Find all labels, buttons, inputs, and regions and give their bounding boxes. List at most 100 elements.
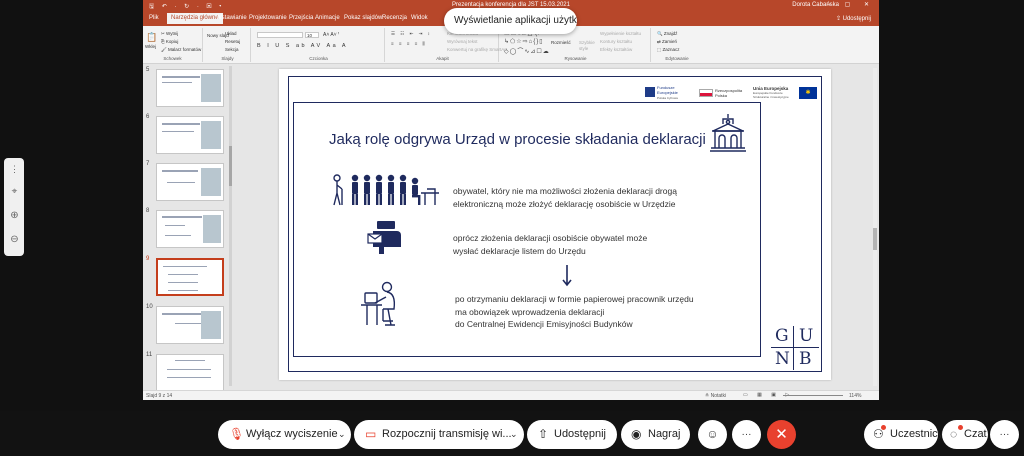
chevron-down-icon[interactable]: ⌄ xyxy=(510,420,518,449)
start-video-button[interactable]: ▭ Rozpocznij transmisję wi... ⌄ xyxy=(354,420,524,449)
notes-label: Notatki xyxy=(710,393,727,399)
shape-outline-button[interactable]: Kontury kształtu xyxy=(600,39,632,44)
zoom-slider[interactable] xyxy=(783,395,843,396)
tab-transitions[interactable]: Przejścia xyxy=(289,15,313,21)
slide-thumbnails-pane: 5 6 7 8 9 10 11 xyxy=(143,64,233,392)
eu-funds-logo-icon xyxy=(645,87,655,97)
tab-slideshow[interactable]: Pokaz slajdów xyxy=(344,15,382,21)
paste-icon[interactable]: 📋 xyxy=(146,32,157,43)
quick-styles-button[interactable]: Szybkie style xyxy=(579,40,599,52)
eu-funds-logo-subtext: Polska Cyfrowa xyxy=(657,96,678,100)
align-buttons[interactable]: ≡ ≡ ≡ ≡ ⫼ xyxy=(391,41,427,46)
zoom-level[interactable]: 114% xyxy=(849,393,861,399)
thumbnail-number: 9 xyxy=(146,256,150,262)
arrange-button[interactable]: Rozmieść xyxy=(551,40,571,45)
thumbnail-slide-9-selected[interactable]: 9 xyxy=(143,256,227,300)
meeting-controls-bar: 🎙 Wyłącz wyciszenie ⌄ ▭ Rozpocznij trans… xyxy=(0,411,1024,456)
end-call-button[interactable]: ✕ xyxy=(767,420,796,449)
more-options-button[interactable]: ··· xyxy=(732,420,761,449)
format-painter-button[interactable]: 🖌 Malarz formatów xyxy=(161,47,201,53)
group-label: Schowek xyxy=(163,56,182,61)
shape-effects-button[interactable]: Efekty kształtów xyxy=(600,47,632,52)
thumbnails-scrollbar[interactable] xyxy=(229,66,232,386)
zoom-out-icon[interactable]: ⊖ xyxy=(9,234,20,245)
layout-button[interactable]: Układ xyxy=(225,31,237,36)
video-off-icon: ▭ xyxy=(365,427,377,441)
group-editing: 🔍 Znajdź ⇄ Zamień ⬚ Zaznacz Edytowanie xyxy=(653,28,701,62)
thumbnail-slide-10[interactable]: 10 xyxy=(143,304,227,348)
share-screen-label: Udostępnij xyxy=(554,428,606,440)
sharing-notification: Wyświetlanie aplikacji użytko... xyxy=(444,8,577,34)
paragraph-line: ma obowiązek wprowadzenia deklaracji xyxy=(455,306,605,317)
record-button[interactable]: ◉ Nagraj xyxy=(621,420,690,449)
gunb-letter: G xyxy=(775,326,790,346)
thumbnail-number: 11 xyxy=(146,352,153,358)
tab-review[interactable]: Recenzja xyxy=(382,15,407,21)
thumbnail-image xyxy=(156,163,224,201)
powerpoint-window: 🖫 ↶ · ↻ · ▣ ▾ Prezentacja konferencja dl… xyxy=(143,0,879,400)
thumbnail-slide-5[interactable]: 5 xyxy=(143,67,227,111)
align-text-button[interactable]: Wyrównaj tekst xyxy=(447,39,477,44)
paragraph-official-processing[interactable]: po otrzymaniu deklaracji w formie papier… xyxy=(455,293,694,331)
tab-insert[interactable]: Wstawianie xyxy=(216,15,247,21)
slide[interactable]: Fundusze Europejskie Polska Cyfrowa Rzec… xyxy=(279,69,831,380)
paragraph-line: do Centralnej Ewidencji Emisyjności Budy… xyxy=(455,319,633,329)
reset-button[interactable]: Resetuj xyxy=(225,39,240,44)
font-size-field[interactable]: 10 xyxy=(305,32,319,38)
share-button[interactable]: ⇪ Udostępnij xyxy=(836,15,871,22)
paragraph-in-person[interactable]: obywatel, który nie ma możliwości złożen… xyxy=(453,185,677,210)
find-button[interactable]: 🔍 Znajdź xyxy=(657,31,677,37)
reactions-button[interactable]: ☺ xyxy=(698,420,727,449)
overflow-menu-button[interactable]: ··· xyxy=(990,420,1019,449)
poland-logo-text: Rzeczpospolita Polska xyxy=(715,88,743,98)
tab-file[interactable]: Plik xyxy=(149,15,159,21)
more-icon[interactable]: ⋮ xyxy=(9,164,20,175)
shape-fill-button[interactable]: Wypełnienie kształtu xyxy=(600,31,641,36)
tab-design[interactable]: Projektowanie xyxy=(249,15,287,21)
window-controls[interactable]: ─ ▢ ✕ xyxy=(827,1,875,8)
chevron-down-icon[interactable]: ⌄ xyxy=(338,420,346,449)
chat-button[interactable]: ◌ Czat xyxy=(942,420,988,449)
queue-of-people-icon xyxy=(333,174,439,206)
zoom-in-icon[interactable]: ⊕ xyxy=(9,210,20,221)
paste-button[interactable]: Wklej xyxy=(145,44,156,49)
share-screen-icon: ⇧ xyxy=(538,427,549,441)
shapes-gallery-row2[interactable]: ↳⬠☆⇨⌂{}▯ xyxy=(504,38,544,45)
annotation-toolbar: ⋮ ⌖ ⊕ ⊖ xyxy=(4,158,24,256)
eu-logos-bar: Fundusze Europejskie Polska Cyfrowa Rzec… xyxy=(645,84,820,106)
tab-animations[interactable]: Animacje xyxy=(315,15,340,21)
pointer-icon[interactable]: ⌖ xyxy=(9,186,20,197)
select-button[interactable]: ⬚ Zaznacz xyxy=(657,47,680,53)
copy-label: Kopiuj xyxy=(165,39,179,44)
section-button[interactable]: Sekcja xyxy=(225,47,239,52)
unmute-button[interactable]: 🎙 Wyłącz wyciszenie ⌄ xyxy=(218,420,351,449)
font-format-buttons[interactable]: B I U S ab AV Aa A xyxy=(257,43,348,49)
replace-button[interactable]: ⇄ Zamień xyxy=(657,39,677,45)
cut-button[interactable]: ✂ Wytnij xyxy=(161,31,178,37)
scrollbar-thumb[interactable] xyxy=(229,146,232,186)
start-video-label: Rozpocznij transmisję wi... xyxy=(382,428,512,440)
shapes-gallery-row3[interactable]: ◇◯⌒∿⊿☐☁ xyxy=(504,46,550,55)
paragraph-by-post[interactable]: oprócz złożenia deklaracji osobiście oby… xyxy=(453,232,647,257)
thumbnail-image xyxy=(156,306,224,344)
eu-funds-logo-text: Fundusze Europejskie xyxy=(657,85,678,95)
thumbnail-slide-7[interactable]: 7 xyxy=(143,161,227,205)
canvas-scrollbar[interactable] xyxy=(873,68,877,386)
notes-button[interactable]: ≙ Notatki xyxy=(705,393,726,399)
list-buttons[interactable]: ☰ ☷ ⇤ ⇥ ↕ xyxy=(391,31,432,37)
participants-button[interactable]: ⚇ Uczestnicy xyxy=(864,420,943,449)
scrollbar-thumb[interactable] xyxy=(873,228,877,250)
gunb-letter: U xyxy=(799,326,815,346)
copy-button[interactable]: ⎘ Kopiuj xyxy=(161,39,178,44)
thumbnail-slide-8[interactable]: 8 xyxy=(143,208,227,252)
group-label: Czcionka xyxy=(309,56,328,61)
tab-home[interactable]: Narzędzia główne xyxy=(167,13,223,24)
thumbnail-slide-6[interactable]: 6 xyxy=(143,114,227,158)
slide-title[interactable]: Jaką rolę odgrywa Urząd w procesie skład… xyxy=(329,131,706,148)
share-screen-button[interactable]: ⇧ Udostępnij xyxy=(527,420,617,449)
tab-view[interactable]: Widok xyxy=(411,15,428,21)
smartart-button[interactable]: Konwertuj na grafikę SmartArt xyxy=(447,47,507,52)
font-family-field[interactable] xyxy=(257,32,303,38)
notification-dot xyxy=(958,425,963,430)
font-size-controls[interactable]: A˄ A˅ Ꞌ xyxy=(323,32,339,38)
